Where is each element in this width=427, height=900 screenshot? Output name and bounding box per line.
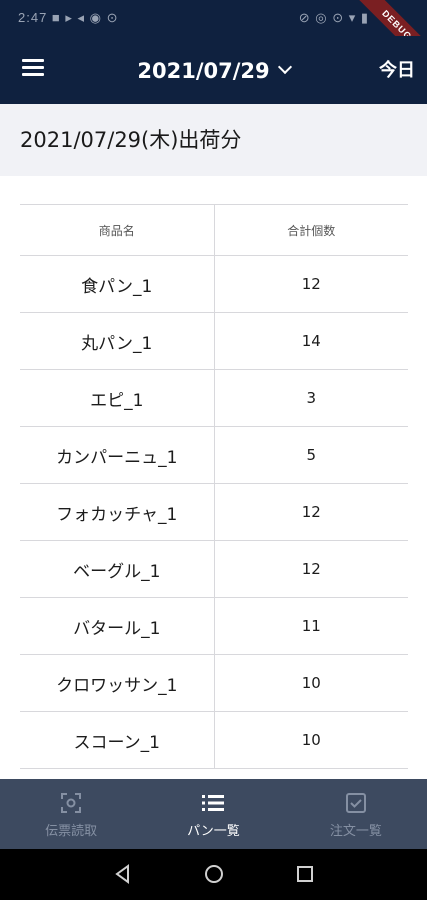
nav-label: パン一覧: [187, 824, 240, 839]
table-row: フォカッチャ_1 12: [20, 484, 408, 541]
back-icon[interactable]: [113, 864, 133, 884]
status-right-icons: ⊘ ◎ ⊙ ▾ ▮: [298, 10, 369, 25]
product-name: エピ_1: [20, 370, 215, 426]
scan-icon: [0, 791, 142, 815]
product-table: 商品名 合計個数 食パン_1 12 丸パン_1 14 エピ_1 3 カンパーニュ…: [20, 204, 408, 769]
table-row: ベーグル_1 12: [20, 541, 408, 598]
product-qty: 11: [301, 617, 321, 635]
product-name: カンパーニュ_1: [20, 427, 215, 483]
header-total-count: 合計個数: [287, 223, 336, 238]
product-qty: 10: [301, 731, 321, 749]
table-header: 商品名 合計個数: [20, 205, 408, 256]
table-row: クロワッサン_1 10: [20, 655, 408, 712]
checkbox-icon: [285, 791, 427, 815]
header-product-name: 商品名: [20, 205, 215, 255]
nav-item-scan[interactable]: 伝票読取: [0, 779, 142, 849]
product-qty: 3: [306, 389, 317, 407]
product-name: 丸パン_1: [20, 313, 215, 369]
table-row: 丸パン_1 14: [20, 313, 408, 370]
table-row: 食パン_1 12: [20, 256, 408, 313]
table-row: バタール_1 11: [20, 598, 408, 655]
page-title: 2021/07/29(木)出荷分: [0, 104, 427, 176]
recents-icon[interactable]: [295, 864, 315, 884]
status-left-icons: 2:47 ■ ▸ ◂ ◉ ⊙: [18, 10, 119, 25]
product-name: 食パン_1: [20, 256, 215, 312]
product-name: クロワッサン_1: [20, 655, 215, 711]
product-qty: 5: [306, 446, 317, 464]
table-row: スコーン_1 10: [20, 712, 408, 769]
product-name: バタール_1: [20, 598, 215, 654]
date-label: 2021/07/29: [137, 59, 270, 83]
system-nav-bar: [0, 849, 427, 900]
product-qty: 12: [301, 275, 321, 293]
product-qty: 14: [301, 332, 321, 350]
home-icon[interactable]: [204, 864, 224, 884]
nav-item-bread-list[interactable]: パン一覧: [142, 779, 284, 849]
today-button[interactable]: 今日: [379, 36, 415, 106]
chevron-down-icon: [277, 59, 292, 75]
table-row: カンパーニュ_1 5: [20, 427, 408, 484]
app-bar: 2021/07/29 今日: [0, 36, 427, 104]
bottom-nav: 伝票読取 パン一覧 注文一覧: [0, 779, 427, 849]
date-selector[interactable]: 2021/07/29: [137, 59, 292, 83]
product-qty: 12: [301, 503, 321, 521]
table-row: エピ_1 3: [20, 370, 408, 427]
nav-label: 伝票読取: [45, 824, 98, 839]
list-icon: [142, 791, 284, 815]
product-name: スコーン_1: [20, 712, 215, 768]
product-qty: 10: [301, 674, 321, 692]
status-bar: 2:47 ■ ▸ ◂ ◉ ⊙ ⊘ ◎ ⊙ ▾ ▮: [0, 0, 427, 36]
product-name: ベーグル_1: [20, 541, 215, 597]
product-name: フォカッチャ_1: [20, 484, 215, 540]
product-qty: 12: [301, 560, 321, 578]
menu-icon[interactable]: [22, 59, 44, 79]
nav-label: 注文一覧: [329, 824, 382, 839]
nav-item-orders[interactable]: 注文一覧: [285, 779, 427, 849]
